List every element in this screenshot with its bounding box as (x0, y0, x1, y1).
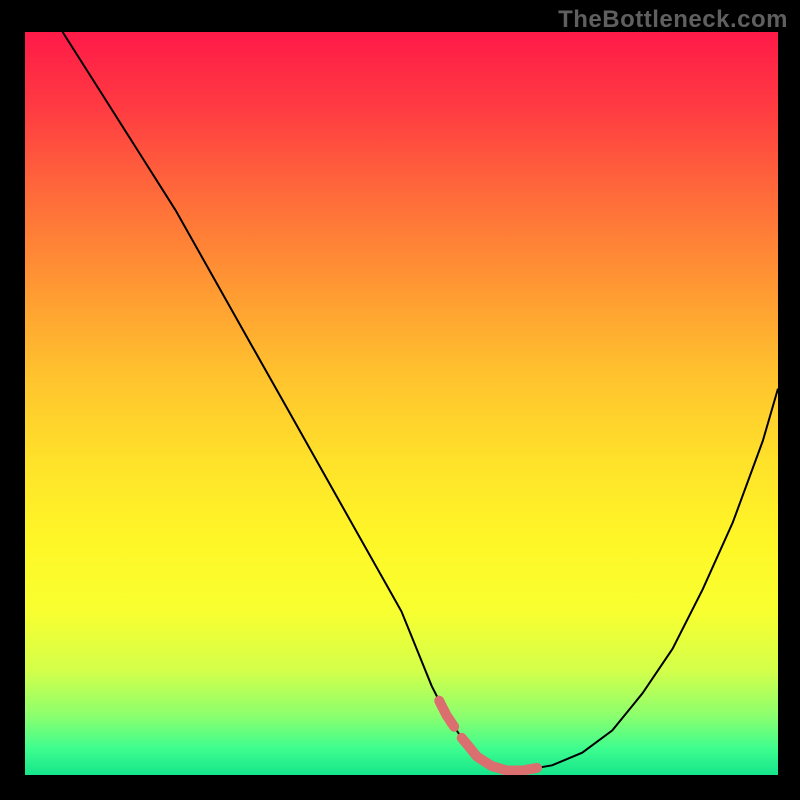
bottleneck-chart (25, 32, 778, 775)
chart-stage: TheBottleneck.com (0, 0, 800, 800)
gradient-background (25, 32, 778, 775)
highlight-segment (526, 768, 537, 770)
plot-area (25, 32, 778, 775)
watermark-text: TheBottleneck.com (558, 6, 788, 34)
